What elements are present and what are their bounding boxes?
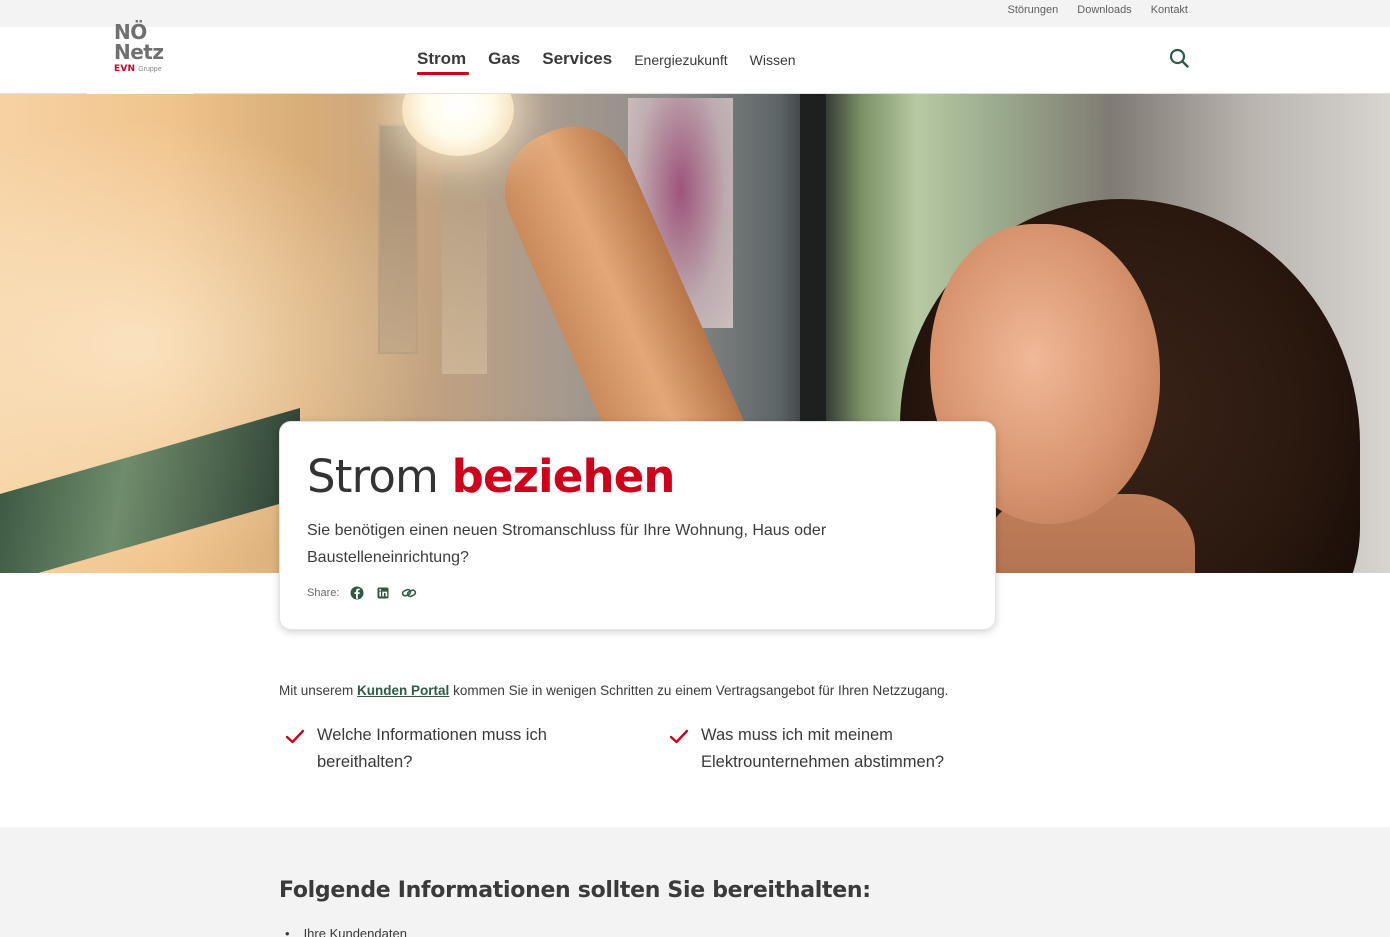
search-icon[interactable] bbox=[1168, 47, 1190, 69]
hero-wall-picture bbox=[378, 124, 418, 354]
page-title-accent: beziehen bbox=[451, 450, 676, 503]
main-nav: Strom Gas Services Energiezukunft Wissen bbox=[417, 49, 818, 75]
intro-suffix: kommen Sie in wenigen Schritten zu einem… bbox=[453, 683, 949, 698]
logo-group: Gruppe bbox=[138, 66, 162, 73]
util-link-stoerungen[interactable]: Störungen bbox=[1008, 4, 1059, 16]
logo-brand: EVN bbox=[114, 64, 136, 74]
utility-bar: Störungen Downloads Kontakt bbox=[0, 0, 1390, 27]
logo-line-2: Netz bbox=[114, 40, 164, 64]
hero-window-frame bbox=[800, 94, 826, 424]
page-title: Strom beziehen bbox=[307, 450, 675, 503]
logo[interactable]: NÖ Netz EVN Gruppe bbox=[114, 22, 164, 74]
intro-text: Mit unserem Kunden Portal kommen Sie in … bbox=[279, 683, 1039, 698]
nav-item-wissen[interactable]: Wissen bbox=[750, 50, 796, 68]
nav-item-strom[interactable]: Strom bbox=[417, 49, 470, 75]
checklist-question-2[interactable]: Was muss ich mit meinem Elektrounternehm… bbox=[701, 722, 969, 776]
util-link-downloads[interactable]: Downloads bbox=[1077, 4, 1131, 16]
intro-prefix: Mit unserem bbox=[279, 683, 354, 698]
page-title-plain: Strom bbox=[307, 450, 439, 503]
util-link-kontakt[interactable]: Kontakt bbox=[1151, 4, 1188, 16]
info-section-title: Folgende Informationen sollten Sie berei… bbox=[279, 878, 871, 903]
list-item: Ihre Kundendaten bbox=[285, 926, 407, 937]
logo-line-1: NÖ bbox=[114, 20, 147, 44]
facebook-icon[interactable] bbox=[349, 585, 365, 601]
nav-item-services[interactable]: Services bbox=[542, 49, 612, 69]
info-section: Folgende Informationen sollten Sie berei… bbox=[0, 827, 1390, 937]
share-bar: Share: bbox=[307, 585, 417, 601]
nav-item-gas[interactable]: Gas bbox=[488, 49, 520, 69]
checklist-question-1[interactable]: Welche Informationen muss ich bereithalt… bbox=[317, 722, 585, 776]
hero-wall-picture bbox=[442, 174, 487, 374]
nav-item-energiezukunft[interactable]: Energiezukunft bbox=[634, 50, 727, 68]
kunden-portal-link[interactable]: Kunden Portal bbox=[357, 683, 449, 698]
hero-card: Strom beziehen Sie benötigen einen neuen… bbox=[279, 421, 996, 630]
checkmark-icon bbox=[669, 722, 689, 749]
question-checklist: Welche Informationen muss ich bereithalt… bbox=[285, 722, 1005, 782]
logo-subline: EVN Gruppe bbox=[114, 64, 164, 74]
checklist-item: Welche Informationen muss ich bereithalt… bbox=[285, 722, 585, 776]
linkedin-icon[interactable] bbox=[375, 585, 391, 601]
utility-nav: Störungen Downloads Kontakt bbox=[1008, 4, 1189, 16]
share-label: Share: bbox=[307, 587, 340, 599]
hero-description: Sie benötigen einen neuen Stromanschluss… bbox=[307, 522, 827, 566]
link-icon[interactable] bbox=[401, 585, 417, 601]
info-list: Ihre Kundendaten bbox=[285, 926, 407, 937]
checklist-item: Was muss ich mit meinem Elektrounternehm… bbox=[669, 722, 969, 776]
checkmark-icon bbox=[285, 722, 305, 749]
